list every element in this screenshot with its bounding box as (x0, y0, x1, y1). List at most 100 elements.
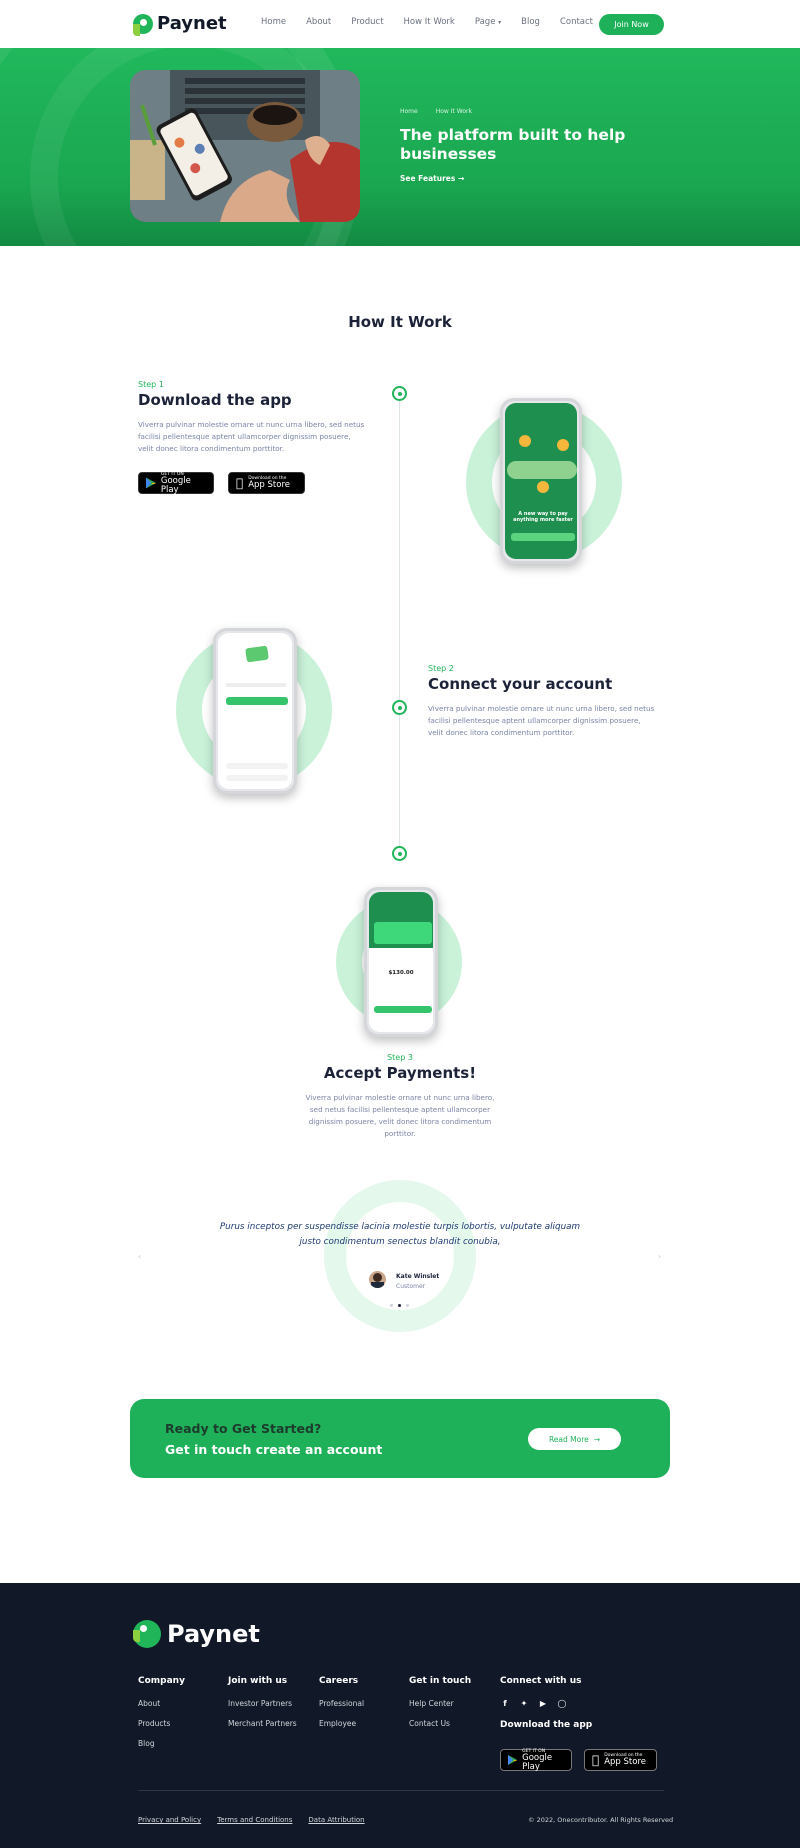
site-header: Paynet Home About Product How It Work Pa… (0, 0, 800, 48)
how-it-work-title: How It Work (348, 313, 452, 331)
download-title: Download the app (500, 1720, 593, 1730)
app-store-button[interactable]:  Download on theApp Store (228, 472, 305, 494)
phone-3-amount: $130.00 (388, 970, 414, 976)
apple-icon:  (592, 1754, 599, 1766)
nav-page[interactable]: Page ▾ (475, 17, 501, 27)
nav-how-it-work[interactable]: How It Work (404, 17, 455, 27)
footer-google-play-button[interactable]: GET IT ON Google Play (500, 1749, 572, 1771)
timeline-dot (392, 846, 407, 861)
facebook-signin[interactable] (226, 763, 288, 769)
carousel-dots (390, 1304, 409, 1307)
wallet-icon (245, 645, 269, 663)
phone-3-mockup: $130.00 (364, 887, 438, 1037)
step-1-text: Step 1 Download the app Viverra pulvinar… (138, 380, 368, 455)
breadcrumb: Home How It Work (400, 108, 472, 115)
facebook-icon[interactable]: f (500, 1699, 510, 1709)
carousel-dot[interactable] (406, 1304, 409, 1307)
footer-link-blog[interactable]: Blog (138, 1739, 185, 1748)
email-field[interactable] (226, 683, 286, 687)
footer-app-store-button[interactable]:  Download on theApp Store (584, 1749, 657, 1771)
timeline-line (399, 393, 400, 853)
google-play-button[interactable]: GET IT ON Google Play (138, 472, 214, 494)
twitter-icon[interactable]: ✦ (519, 1699, 529, 1709)
testimonial-role: Customer (396, 1283, 426, 1290)
google-play-big: Google Play (522, 1752, 553, 1772)
legal-links: Privacy and Policy Terms and Conditions … (138, 1816, 365, 1824)
footer-col-connect: Connect with us f ✦ ▶ ◯ Download the app (500, 1676, 592, 1743)
carousel-dot[interactable] (390, 1304, 393, 1307)
footer-link-contact[interactable]: Contact Us (409, 1719, 471, 1728)
footer-divider (138, 1790, 664, 1791)
footer-link-merchant[interactable]: Merchant Partners (228, 1719, 297, 1728)
nav-contact[interactable]: Contact (560, 17, 593, 27)
carousel-dot-active[interactable] (398, 1304, 401, 1307)
see-features-link[interactable]: See Features → (400, 174, 464, 183)
instagram-icon[interactable]: ◯ (557, 1699, 567, 1709)
footer-link-professional[interactable]: Professional (319, 1699, 364, 1708)
testimonial-halo (324, 1180, 476, 1332)
login-button[interactable] (226, 697, 288, 705)
footer-logo[interactable]: Paynet (133, 1620, 260, 1648)
step-1-label: Step 1 (138, 380, 164, 389)
testimonial-name: Kate Winslet (396, 1273, 440, 1280)
footer-col-careers: Careers Professional Employee (319, 1676, 364, 1739)
hero-photo-illustration (130, 70, 360, 222)
phone-1-button (511, 533, 575, 541)
footer-col-company: Company About Products Blog (138, 1676, 185, 1759)
footer-link-employee[interactable]: Employee (319, 1719, 364, 1728)
footer-link-about[interactable]: About (138, 1699, 185, 1708)
step-3-label: Step 3 (387, 1053, 413, 1062)
cta-subtitle: Get in touch create an account (165, 1442, 383, 1457)
credit-card (374, 922, 432, 944)
nav-product[interactable]: Product (351, 17, 383, 27)
app-store-big: App Store (241, 480, 290, 490)
chevron-down-icon: ▾ (498, 19, 502, 26)
google-play-text: GET IT ON Google Play (161, 472, 206, 495)
footer-col-touch: Get in touch Help Center Contact Us (409, 1676, 471, 1739)
top-up-button[interactable] (374, 1006, 432, 1013)
terms-link[interactable]: Terms and Conditions (217, 1816, 292, 1824)
google-play-icon (508, 1755, 518, 1765)
app-store-big: App Store (597, 1757, 646, 1767)
nav-blog[interactable]: Blog (521, 17, 540, 27)
footer-col-title: Careers (319, 1676, 359, 1686)
footer-brand-name: Paynet (167, 1620, 260, 1648)
google-play-icon (146, 477, 156, 489)
breadcrumb-current: How It Work (435, 108, 472, 115)
phone-2-mockup (213, 628, 297, 794)
brand-logo[interactable]: Paynet (133, 13, 227, 36)
footer-link-help[interactable]: Help Center (409, 1699, 471, 1708)
hero-image (130, 70, 360, 222)
testimonial-quote: Purus inceptos per suspendisse lacinia m… (219, 1222, 581, 1247)
hero-section: Home How It Work The platform built to h… (0, 48, 800, 246)
timeline-dot (392, 700, 407, 715)
step-2-title: Connect your account (428, 675, 613, 693)
step-3-description: Viverra pulvinar molestie ornare ut nunc… (305, 1093, 495, 1138)
main-nav: Home About Product How It Work Page ▾ Bl… (261, 17, 613, 27)
carousel-prev-arrow[interactable]: ‹ (138, 1252, 141, 1261)
footer-link-investor[interactable]: Investor Partners (228, 1699, 297, 1708)
carousel-next-arrow[interactable]: › (658, 1252, 661, 1261)
nav-about[interactable]: About (306, 17, 331, 27)
data-attribution-link[interactable]: Data Attribution (308, 1816, 364, 1824)
youtube-icon[interactable]: ▶ (538, 1699, 548, 1709)
nav-home[interactable]: Home (261, 17, 286, 27)
step-2-text: Step 2 Connect your account Viverra pulv… (428, 664, 658, 739)
footer-link-products[interactable]: Products (138, 1719, 185, 1728)
coin-icon (557, 439, 569, 451)
footer-col-join: Join with us Investor Partners Merchant … (228, 1676, 297, 1739)
app-store-text: Download on the App Store (604, 1753, 646, 1767)
arrow-right-icon: → (593, 1434, 601, 1444)
step-2-label: Step 2 (428, 664, 454, 673)
read-more-button[interactable]: Read More → (528, 1428, 621, 1450)
google-signin[interactable] (226, 775, 288, 781)
join-now-button[interactable]: Join Now (599, 14, 664, 35)
read-more-label: Read More (548, 1434, 589, 1444)
breadcrumb-home[interactable]: Home (400, 108, 418, 115)
footer-col-title: Join with us (228, 1676, 288, 1686)
timeline-dot (392, 386, 407, 401)
google-play-text: GET IT ON Google Play (522, 1749, 564, 1772)
privacy-link[interactable]: Privacy and Policy (138, 1816, 201, 1824)
hands-illustration (507, 461, 577, 479)
avatar (369, 1271, 386, 1288)
